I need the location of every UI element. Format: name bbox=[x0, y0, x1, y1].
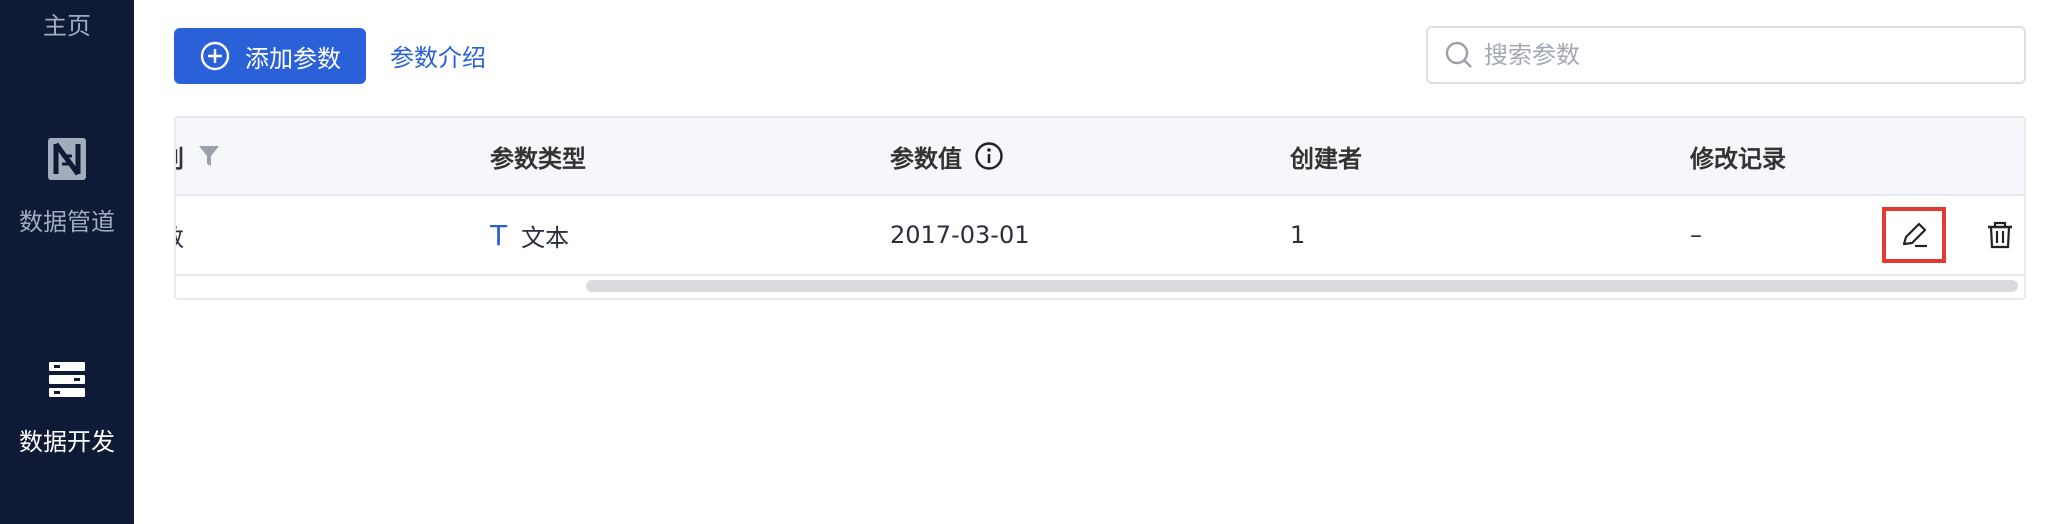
pipeline-icon bbox=[44, 136, 90, 182]
info-icon[interactable] bbox=[974, 141, 1004, 171]
search-input[interactable] bbox=[1484, 41, 2004, 69]
sidebar-item-data-development[interactable]: 数据开发 bbox=[0, 356, 134, 457]
cell-name: 数 bbox=[176, 196, 256, 274]
parameter-table: 别 参数类型 参数值 创建者 修改记录 数 T 文本 201 bbox=[174, 116, 2026, 300]
row-actions bbox=[1882, 196, 2024, 274]
column-header-value: 参数值 bbox=[890, 118, 1004, 194]
text-type-icon: T bbox=[490, 218, 508, 252]
sidebar-item-label: 数据管道 bbox=[19, 208, 115, 236]
cell-type: T 文本 bbox=[490, 218, 570, 252]
cell-value: 2017-03-01 bbox=[890, 221, 1030, 249]
trash-icon bbox=[1988, 221, 2012, 249]
cell-creator: 1 bbox=[1290, 221, 1306, 249]
column-header-name: 别 bbox=[176, 118, 256, 194]
horizontal-scrollbar[interactable] bbox=[586, 280, 2018, 292]
edit-button[interactable] bbox=[1882, 207, 1946, 263]
column-header-type: 参数类型 bbox=[490, 144, 586, 173]
parameter-intro-link[interactable]: 参数介绍 bbox=[390, 38, 486, 73]
sidebar-item-label: 主页 bbox=[43, 12, 91, 40]
table-row: 数 T 文本 2017-03-01 1 – bbox=[176, 196, 2024, 276]
add-parameter-button[interactable]: 添加参数 bbox=[174, 28, 366, 84]
search-box bbox=[1426, 26, 2026, 84]
sidebar-item-home[interactable]: 主页 bbox=[0, 6, 134, 41]
sidebar: 主页 数据管道 数据开发 bbox=[0, 0, 134, 524]
column-header-history: 修改记录 bbox=[1690, 144, 1786, 173]
column-header-creator: 创建者 bbox=[1290, 144, 1362, 173]
cell-history: – bbox=[1690, 221, 1702, 249]
filter-icon[interactable] bbox=[198, 144, 220, 168]
sidebar-item-data-pipeline[interactable]: 数据管道 bbox=[0, 136, 134, 237]
data-dev-icon bbox=[44, 356, 90, 402]
delete-button[interactable] bbox=[1968, 207, 2024, 263]
table-header: 别 参数类型 参数值 创建者 修改记录 bbox=[176, 118, 2024, 196]
sidebar-item-label: 数据开发 bbox=[19, 428, 115, 456]
plus-circle-icon bbox=[199, 40, 231, 72]
add-parameter-label: 添加参数 bbox=[245, 44, 341, 73]
edit-icon bbox=[1902, 222, 1927, 248]
search-icon bbox=[1444, 40, 1474, 70]
